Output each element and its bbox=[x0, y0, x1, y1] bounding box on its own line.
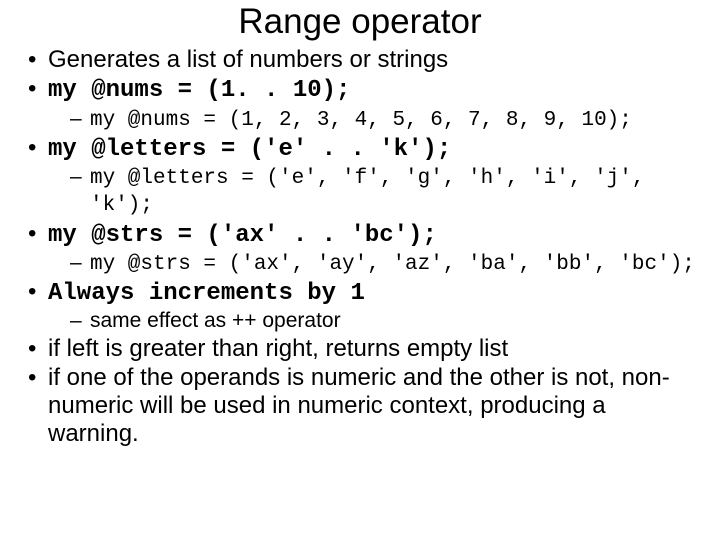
slide: Range operator Generates a list of numbe… bbox=[0, 0, 720, 449]
sub-bullet-list: same effect as ++ operator bbox=[48, 308, 696, 333]
code-text: my @letters = ('e', 'f', 'g', 'h', 'i', … bbox=[90, 167, 645, 217]
bullet-item: if one of the operands is numeric and th… bbox=[24, 364, 696, 449]
code-text: my @nums = (1. . 10); bbox=[48, 77, 350, 104]
slide-title: Range operator bbox=[24, 2, 696, 42]
sub-bullet-list: my @letters = ('e', 'f', 'g', 'h', 'i', … bbox=[48, 164, 696, 218]
bullet-item: if left is greater than right, returns e… bbox=[24, 335, 696, 363]
sub-bullet-item: my @nums = (1, 2, 3, 4, 5, 6, 7, 8, 9, 1… bbox=[68, 106, 696, 133]
bullet-text: if one of the operands is numeric and th… bbox=[48, 364, 670, 448]
bullet-list: Generates a list of numbers or strings m… bbox=[24, 46, 696, 449]
bullet-text: if left is greater than right, returns e… bbox=[48, 335, 508, 362]
code-text: my @strs = ('ax', 'ay', 'az', 'ba', 'bb'… bbox=[90, 253, 695, 276]
sub-bullet-item: same effect as ++ operator bbox=[68, 308, 696, 333]
sub-bullet-list: my @nums = (1, 2, 3, 4, 5, 6, 7, 8, 9, 1… bbox=[48, 106, 696, 133]
sub-bullet-list: my @strs = ('ax', 'ay', 'az', 'ba', 'bb'… bbox=[48, 250, 696, 277]
bullet-item: my @nums = (1. . 10); my @nums = (1, 2, … bbox=[24, 75, 696, 133]
bullet-item: Generates a list of numbers or strings bbox=[24, 46, 696, 74]
sub-bullet-item: my @letters = ('e', 'f', 'g', 'h', 'i', … bbox=[68, 164, 696, 218]
code-text: my @nums = (1, 2, 3, 4, 5, 6, 7, 8, 9, 1… bbox=[90, 109, 632, 132]
bullet-text: same effect as ++ operator bbox=[90, 309, 341, 332]
bullet-text: Always increments by 1 bbox=[48, 280, 365, 307]
bullet-item: Always increments by 1 same effect as ++… bbox=[24, 278, 696, 334]
bullet-item: my @letters = ('e' . . 'k'); my @letters… bbox=[24, 134, 696, 219]
bullet-item: my @strs = ('ax' . . 'bc'); my @strs = (… bbox=[24, 220, 696, 278]
sub-bullet-item: my @strs = ('ax', 'ay', 'az', 'ba', 'bb'… bbox=[68, 250, 696, 277]
bullet-text: Generates a list of numbers or strings bbox=[48, 46, 448, 73]
code-text: my @strs = ('ax' . . 'bc'); bbox=[48, 222, 437, 249]
code-text: my @letters = ('e' . . 'k'); bbox=[48, 136, 451, 163]
